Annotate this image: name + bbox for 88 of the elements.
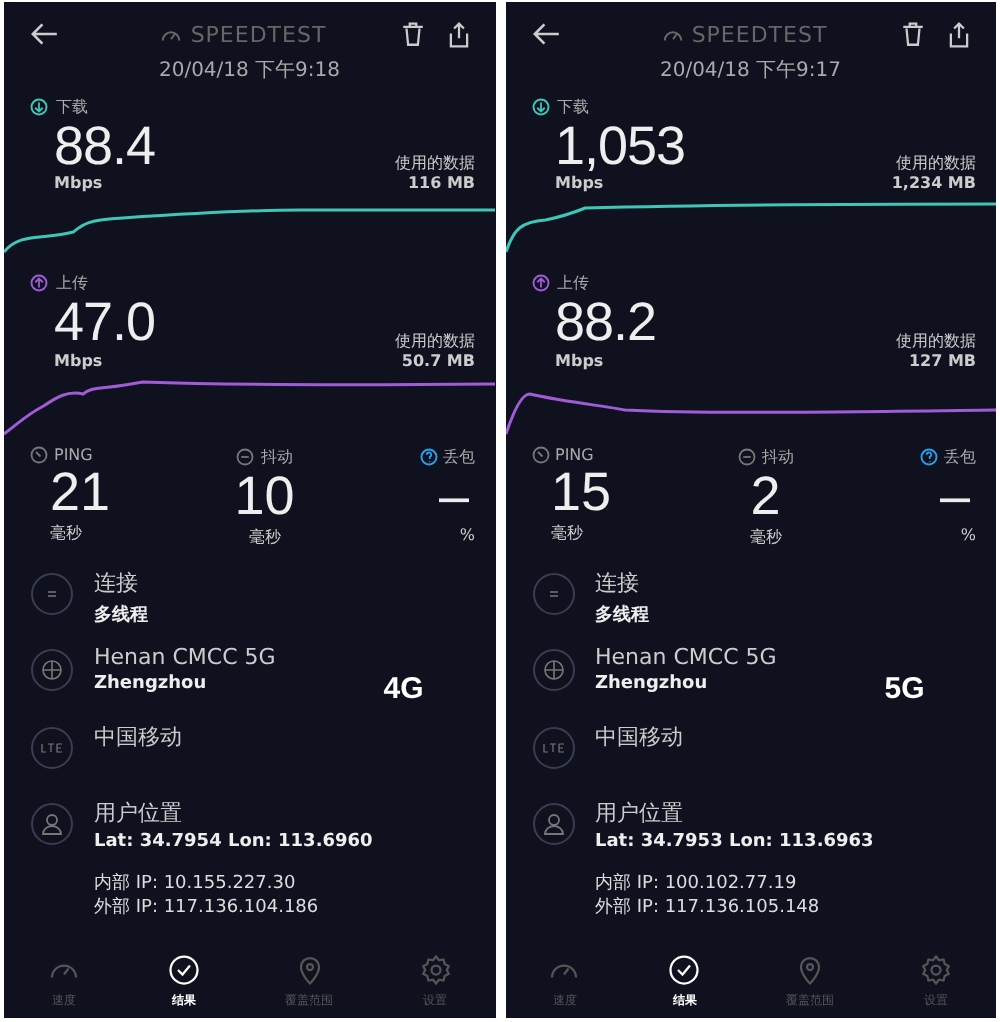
data-used-value: 116 MB (405, 174, 475, 193)
speed-value: 1,053 (555, 118, 686, 175)
app-title: SPEEDTEST (691, 21, 828, 47)
info-subtitle: 多线程 (94, 602, 148, 629)
info-title: 中国移动 (595, 722, 683, 753)
minus-circle-icon (236, 447, 255, 466)
stat-label: PING (54, 445, 93, 464)
ping-icon (30, 445, 48, 464)
app-title: SPEEDTEST (190, 21, 327, 47)
minus-circle-icon (737, 447, 756, 466)
section-label: 上传 (56, 272, 88, 295)
speed-value: 88.2 (555, 294, 657, 352)
speed-value: 47.0 (54, 294, 156, 352)
ping-icon (531, 445, 549, 464)
info-title: Henan CMCC 5G (94, 644, 276, 671)
upload-icon (531, 274, 549, 293)
info-subtitle: Zhengzhou (595, 674, 710, 695)
ip-address: 外部 IP: 117.136.105.148 (595, 898, 822, 922)
download-icon (531, 98, 549, 116)
upload-icon (30, 274, 48, 293)
checkmark-icon (165, 952, 202, 988)
stat-label: 抖动 (260, 445, 293, 468)
data-used-label: 使用的数据 (395, 329, 475, 352)
stat-unit: 毫秒 (48, 522, 84, 545)
section-label: 上传 (557, 272, 589, 295)
data-used-value: 50.7 MB (399, 351, 475, 370)
globe-icon (30, 648, 74, 693)
network-type-label: 4G (383, 672, 424, 707)
stat-label: PING (555, 445, 594, 464)
info-title: 中国移动 (94, 722, 182, 753)
data-used-label: 使用的数据 (896, 329, 976, 352)
lte-icon (531, 726, 575, 771)
settings-icon (417, 952, 454, 988)
speed-unit: Mbps (555, 174, 606, 193)
test-datetime: 20/04/18 下午9:17 (657, 58, 844, 84)
stat-value: – (939, 467, 972, 527)
stat-unit: 毫秒 (749, 526, 782, 549)
ip-address: 内部 IP: 100.102.77.19 (595, 874, 799, 897)
help-icon[interactable] (919, 447, 938, 466)
stat-unit: % (459, 526, 475, 545)
share-icon[interactable] (946, 21, 972, 47)
info-subtitle: 多线程 (595, 602, 649, 629)
stat-unit: % (960, 526, 976, 545)
speed-value: 88.4 (54, 118, 156, 175)
speed-unit: Mbps (555, 351, 606, 370)
person-icon (30, 802, 74, 847)
data-used-value: 127 MB (906, 351, 976, 370)
help-icon[interactable] (419, 447, 437, 466)
test-datetime: 20/04/18 下午9:18 (156, 58, 343, 84)
info-subtitle: Zhengzhou (94, 674, 209, 695)
trash-icon[interactable] (399, 21, 425, 47)
globe-icon (531, 648, 575, 693)
lte-icon (30, 726, 74, 771)
info-title: 连接 (94, 568, 140, 599)
stat-unit: 毫秒 (549, 522, 585, 545)
info-subtitle: Lat: 34.7954 Lon: 113.6960 (94, 832, 373, 853)
info-title: Henan CMCC 5G (595, 644, 777, 671)
speed-unit: Mbps (54, 351, 105, 370)
data-used-label: 使用的数据 (894, 152, 976, 175)
stat-value: – (438, 467, 471, 527)
network-type-label: 5G (884, 672, 925, 707)
stat-label: 抖动 (761, 445, 794, 468)
section-label: 下载 (56, 96, 88, 118)
info-title: 连接 (595, 568, 641, 599)
data-used-label: 使用的数据 (395, 152, 475, 175)
ip-address: 外部 IP: 117.136.104.186 (94, 898, 321, 922)
trash-icon[interactable] (900, 21, 926, 47)
stat-label: 丢包 (443, 445, 475, 468)
ip-address: 内部 IP: 10.155.227.30 (94, 874, 298, 897)
speed-unit: Mbps (54, 174, 105, 193)
info-title: 用户位置 (595, 798, 685, 829)
stat-value: 21 (48, 463, 111, 523)
info-subtitle: Lat: 34.7953 Lon: 113.6963 (595, 832, 874, 853)
back-icon[interactable] (28, 18, 60, 50)
back-icon[interactable] (529, 18, 561, 50)
section-label: 下载 (557, 96, 589, 118)
download-icon (30, 98, 48, 116)
person-icon (531, 802, 575, 847)
stat-value: 15 (549, 463, 612, 523)
stat-label: 丢包 (943, 445, 976, 468)
data-used-value: 1,234 MB (891, 174, 976, 193)
stat-value: 10 (234, 467, 295, 527)
stat-value: 2 (750, 467, 781, 527)
info-title: 用户位置 (94, 798, 184, 829)
share-icon[interactable] (445, 21, 471, 47)
settings-icon (918, 952, 955, 988)
checkmark-icon (666, 952, 703, 988)
stat-unit: 毫秒 (248, 526, 281, 549)
